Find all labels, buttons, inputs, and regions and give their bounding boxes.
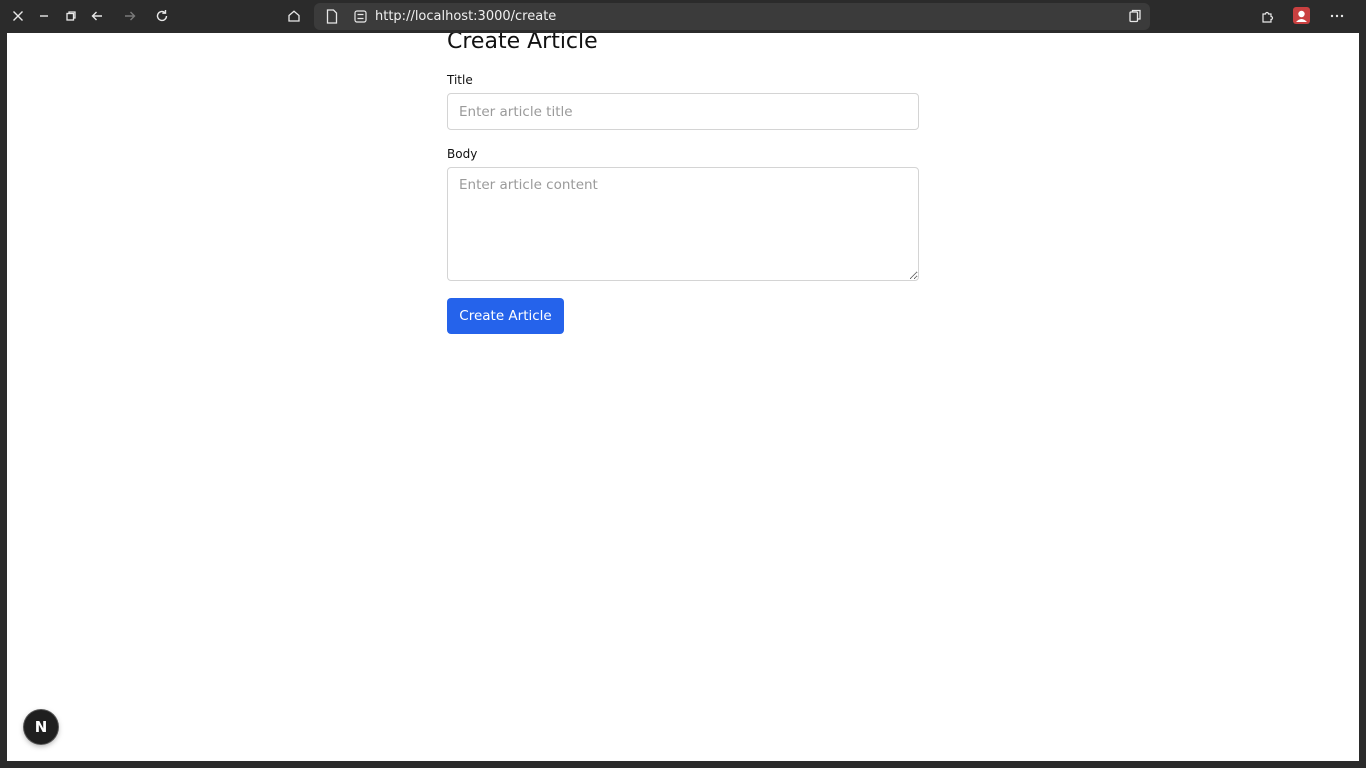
body-textarea[interactable] [447, 167, 919, 281]
reload-icon[interactable] [150, 5, 174, 27]
url-text[interactable]: http://localhost:3000/create [375, 8, 556, 25]
title-label: Title [447, 73, 473, 87]
extension-avatar-icon[interactable] [1293, 7, 1310, 24]
page-title: Create Article [447, 33, 598, 54]
forward-arrow-icon[interactable] [118, 5, 142, 27]
more-menu-icon[interactable] [1325, 5, 1349, 27]
page-icon [326, 9, 338, 24]
nextjs-dev-tools-icon[interactable]: N [24, 710, 58, 744]
close-window-icon[interactable] [6, 5, 30, 27]
address-bar[interactable]: http://localhost:3000/create [314, 3, 1150, 30]
browser-toolbar: http://localhost:3000/create [0, 0, 1366, 33]
minimize-window-icon[interactable] [32, 5, 56, 27]
back-arrow-icon[interactable] [85, 5, 109, 27]
page-viewport: Create Article Title Body Create Article… [7, 33, 1359, 761]
body-label: Body [447, 147, 478, 161]
title-input[interactable] [447, 93, 919, 130]
extensions-puzzle-icon[interactable] [1255, 5, 1279, 27]
restore-window-icon[interactable] [59, 5, 83, 27]
create-article-button[interactable]: Create Article [447, 298, 564, 334]
reader-view-icon[interactable] [1128, 9, 1142, 23]
home-icon[interactable] [282, 5, 306, 27]
site-info-icon[interactable] [354, 10, 367, 23]
dev-badge-letter: N [34, 718, 48, 736]
